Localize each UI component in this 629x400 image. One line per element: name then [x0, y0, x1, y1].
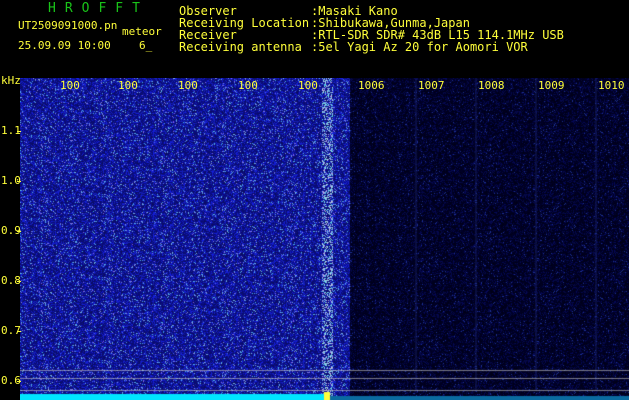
event-count-label: 6_ — [139, 39, 153, 52]
x-tick-label: 1008 — [478, 79, 505, 92]
spectrogram-canvas — [20, 78, 629, 400]
y-tick-mark — [17, 131, 21, 132]
antenna-label: Receiving antenna — [179, 40, 302, 54]
datetime-label: 25.09.09 10:00 — [18, 39, 111, 52]
filename-label: UT2509091000.pn — [18, 19, 118, 32]
x-tick-label: 100 — [118, 79, 138, 92]
event-type-label: meteor — [122, 25, 162, 38]
header-panel: HROFFT UT2509091000.pn meteor 25.09.09 1… — [0, 0, 629, 78]
x-tick-label: 1006 — [358, 79, 385, 92]
x-tick-label: 100 — [238, 79, 258, 92]
y-tick-mark — [17, 381, 21, 382]
y-tick-mark — [17, 231, 21, 232]
y-tick-mark — [17, 181, 21, 182]
y-axis-unit: kHz — [1, 74, 21, 87]
app-title: HROFFT — [48, 1, 149, 16]
x-tick-label: 100 — [178, 79, 198, 92]
x-tick-label: 1007 — [418, 79, 445, 92]
x-tick-label: 100 — [60, 79, 80, 92]
y-tick-mark — [17, 331, 21, 332]
y-tick-mark — [17, 281, 21, 282]
x-tick-label: 1010 — [598, 79, 625, 92]
antenna-value: :5el Yagi Az 20 for Aomori VOR — [311, 40, 528, 54]
x-tick-label: 100 — [298, 79, 318, 92]
x-tick-label: 1009 — [538, 79, 565, 92]
